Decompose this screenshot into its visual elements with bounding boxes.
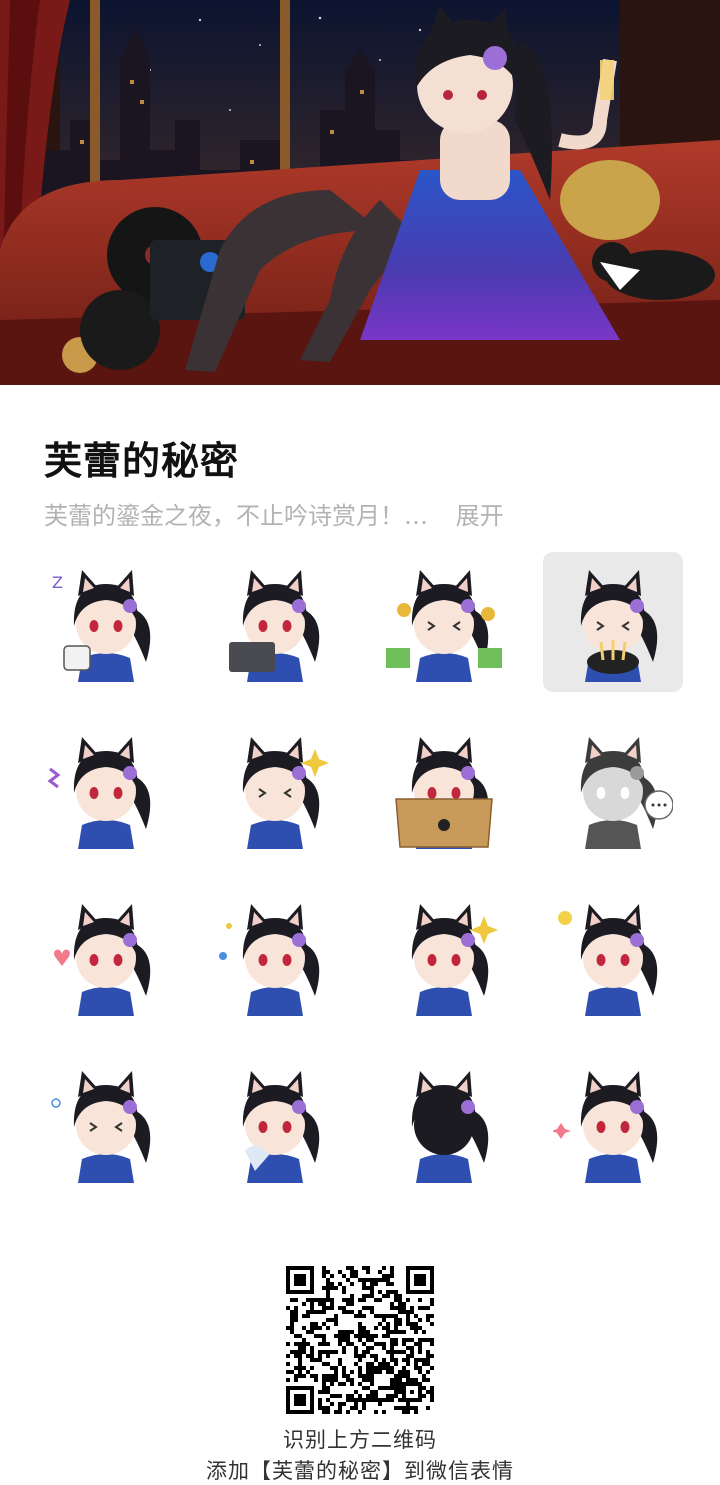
svg-text:Z: Z — [52, 573, 63, 592]
pack-description: 芙蕾的鎏金之夜，不止吟诗赏月！… — [44, 502, 428, 530]
sticker-art: Z — [52, 570, 151, 682]
footer-scan-hint: 识别上方二维码 — [283, 1428, 437, 1452]
footer-add-hint: 添加【芙蕾的秘密】到微信表情 — [206, 1459, 514, 1483]
qr-code — [286, 1266, 434, 1414]
laptop-work-sticker[interactable] — [205, 552, 345, 692]
pack-title: 芙蕾的秘密 — [44, 439, 240, 483]
gray-speechless-sticker[interactable] — [543, 719, 683, 859]
laugh-sparkle-sticker[interactable] — [205, 719, 345, 859]
in-box-sticker[interactable] — [374, 719, 514, 859]
wink-pose-sticker[interactable] — [543, 1053, 683, 1193]
sticker-art — [386, 570, 502, 682]
sticker-art — [229, 570, 320, 682]
banner-image — [0, 0, 720, 385]
noodle-bowl-sticker[interactable] — [543, 552, 683, 692]
crying-tissue-sticker[interactable] — [205, 1053, 345, 1193]
expand-link[interactable]: 展开 — [456, 502, 504, 530]
sticker-art — [242, 1071, 320, 1183]
pack-description-row: 芙蕾的鎏金之夜，不止吟诗赏月！… 展开 — [44, 496, 504, 531]
sticker-art — [580, 737, 673, 849]
idea-bulb-sticker[interactable] — [543, 886, 683, 1026]
sticker-art — [219, 904, 320, 1016]
sticker-art — [47, 737, 151, 849]
sticker-art — [54, 904, 151, 1016]
side-glance-sticker[interactable] — [374, 886, 514, 1026]
sticker-art — [51, 1071, 151, 1183]
happy-laugh-sticker[interactable] — [36, 1053, 176, 1193]
sticker-art — [580, 570, 658, 682]
back-view-sticker[interactable] — [374, 1053, 514, 1193]
sticker-art — [411, 1071, 489, 1183]
sticker-art — [553, 1071, 658, 1183]
sticker-grid: Z — [36, 552, 684, 1193]
money-cheer-sticker[interactable] — [374, 552, 514, 692]
sticker-art — [242, 737, 329, 849]
sleepy-mug-sticker[interactable]: Z — [36, 552, 176, 692]
wink-wave-sticker[interactable] — [205, 886, 345, 1026]
sticker-art — [558, 904, 658, 1016]
sticker-art — [395, 737, 493, 849]
heart-sticker[interactable] — [36, 886, 176, 1026]
shocked-sticker[interactable] — [36, 719, 176, 859]
sticker-art — [411, 904, 498, 1016]
